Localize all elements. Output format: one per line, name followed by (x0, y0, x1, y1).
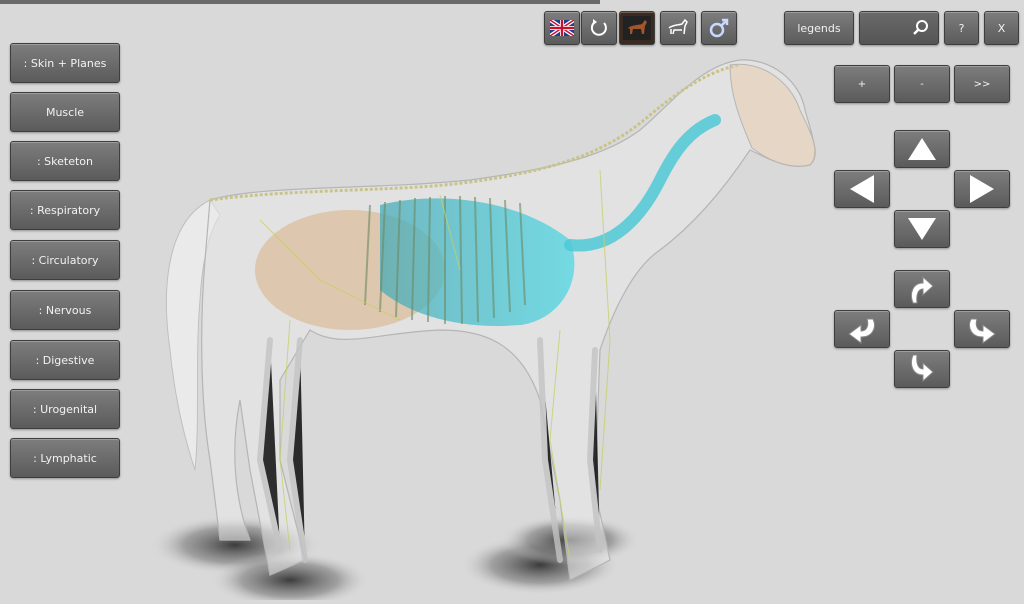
uk-flag-icon (550, 20, 574, 36)
rotate-right-icon (969, 318, 996, 344)
search-icon (913, 20, 928, 35)
system-label: : Sketeton (36, 154, 94, 168)
next-label: >> (973, 78, 991, 90)
rotate-right-button[interactable] (954, 310, 1010, 348)
arrow-down-icon (908, 218, 936, 240)
pan-down-button[interactable] (894, 210, 950, 248)
system-nervous-button[interactable]: : Nervous (10, 290, 120, 330)
pan-left-button[interactable] (834, 170, 890, 208)
rotate-icon (590, 19, 607, 36)
male-symbol-icon (709, 18, 729, 38)
legends-label: legends (797, 21, 841, 35)
system-muscle-button[interactable]: Muscle (10, 92, 120, 132)
close-label: X (997, 21, 1006, 35)
rotate-left-icon (848, 318, 875, 344)
arrow-right-icon (970, 175, 994, 203)
system-label: Muscle (45, 105, 85, 119)
zoom-out-label: - (920, 78, 924, 90)
system-circulatory-button[interactable]: : Circulatory (10, 240, 120, 280)
pan-right-button[interactable] (954, 170, 1010, 208)
horse-view-button[interactable] (619, 11, 655, 45)
next-button[interactable]: >> (954, 65, 1010, 103)
system-skeleton-button[interactable]: : Sketeton (10, 141, 120, 181)
system-label: : Lymphatic (33, 451, 97, 465)
system-label: : Nervous (38, 303, 92, 317)
system-respiratory-button[interactable]: : Respiratory (10, 190, 120, 230)
zoom-in-button[interactable]: + (834, 65, 890, 103)
top-edge-bar (0, 0, 600, 4)
system-label: : Skin + Planes (23, 56, 107, 70)
horse-outline-icon (668, 18, 688, 35)
system-label: : Circulatory (31, 253, 99, 267)
system-label: : Digestive (35, 353, 95, 367)
system-label: : Urogenital (32, 402, 98, 416)
system-urogenital-button[interactable]: : Urogenital (10, 389, 120, 429)
close-button[interactable]: X (984, 11, 1019, 45)
system-skin-planes-button[interactable]: : Skin + Planes (10, 43, 120, 83)
rotate-down-icon (910, 354, 934, 383)
language-uk-button[interactable] (544, 11, 580, 45)
anatomy-3d-viewport[interactable] (140, 20, 830, 604)
zoom-out-button[interactable]: - (894, 65, 950, 103)
help-button[interactable]: ? (944, 11, 979, 45)
zoom-in-label: + (857, 78, 867, 90)
rotate-down-button[interactable] (894, 350, 950, 388)
horse-anatomy-model (150, 59, 816, 604)
reset-view-button[interactable] (581, 11, 617, 45)
arrow-up-icon (908, 138, 936, 160)
pan-up-button[interactable] (894, 130, 950, 168)
help-label: ? (958, 21, 965, 35)
rotate-up-button[interactable] (894, 270, 950, 308)
horse-photo-icon (623, 16, 651, 40)
horse-outline-button[interactable] (660, 11, 696, 45)
legends-button[interactable]: legends (784, 11, 854, 45)
system-lymphatic-button[interactable]: : Lymphatic (10, 438, 120, 478)
search-button[interactable] (859, 11, 939, 45)
system-label: : Respiratory (29, 203, 101, 217)
arrow-left-icon (850, 175, 874, 203)
system-digestive-button[interactable]: : Digestive (10, 340, 120, 380)
rotate-up-icon (910, 275, 934, 304)
rotate-left-button[interactable] (834, 310, 890, 348)
male-sex-button[interactable] (701, 11, 737, 45)
